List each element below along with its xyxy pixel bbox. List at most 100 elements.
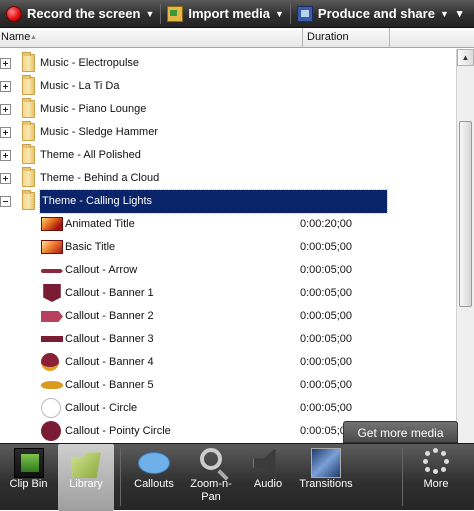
record-screen-label: Record the screen [27,6,141,21]
folder-label: Theme - Calling Lights [39,189,388,214]
media-item-row[interactable]: Callout - Banner 1 0:00:05;00 [0,282,456,305]
tab-library[interactable]: Library [58,444,114,511]
bottom-tab-bar: Clip Bin Library Callouts Zoom-n- Pan Au… [0,443,474,511]
media-item-row[interactable]: Callout - Banner 2 0:00:05;00 [0,305,456,328]
toolbar-overflow-button[interactable]: ▾ [455,0,465,28]
library-tree: Music - Electropulse Music - La Ti Da Mu… [0,49,456,443]
media-item-row[interactable]: Callout - Banner 3 0:00:05;00 [0,328,456,351]
tab-label-line1: Zoom-n- [190,478,232,490]
main-toolbar: Record the screen ▼ Import media ▼ Produ… [0,0,474,28]
folder-row-selected[interactable]: Theme - Calling Lights [0,189,456,214]
animated-title-thumbnail-icon [41,217,63,231]
name-column-label: Name [1,31,31,43]
chevron-down-icon: ▼ [439,8,449,19]
collapse-icon[interactable] [0,196,11,207]
tab-label: More [423,478,449,490]
tab-transitions[interactable]: Transitions [295,444,357,511]
tab-label: Audio [253,478,283,490]
tab-audio[interactable]: Audio [241,444,295,511]
media-item-row[interactable]: Callout - Banner 4 0:00:05;00 [0,351,456,374]
folder-icon [22,121,35,141]
folder-icon [22,144,35,164]
media-item-row[interactable]: Callout - Banner 5 0:00:05;00 [0,374,456,397]
media-item-label: Callout - Circle [65,402,138,414]
tab-zoom-n-pan[interactable]: Zoom-n- Pan [183,444,239,511]
callout-bubble-icon [138,452,170,474]
media-item-duration: 0:00:05;00 [300,310,352,322]
speaker-icon [253,448,276,478]
get-more-media-label: Get more media [357,426,444,440]
expand-icon[interactable] [0,173,11,184]
media-item-duration: 0:00:05;00 [300,356,352,368]
media-item-label: Callout - Banner 3 [65,333,154,345]
media-item-duration: 0:00:20;00 [300,218,352,230]
folder-icon [22,98,35,118]
banner-callout-icon [41,336,63,342]
produce-share-button[interactable]: Produce and share ▼ [291,0,455,28]
scroll-up-icon[interactable]: ▲ [457,49,474,66]
expand-icon[interactable] [0,58,11,69]
get-more-media-button[interactable]: Get more media [343,421,458,443]
basic-title-thumbnail-icon [41,240,63,254]
media-item-label: Callout - Banner 1 [65,287,154,299]
media-item-duration: 0:00:05;00 [300,241,352,253]
magnifier-icon [200,448,222,470]
tab-divider [120,448,121,506]
chevron-down-icon: ▼ [274,8,284,19]
sort-ascending-icon: ▲ [30,34,37,41]
folder-row[interactable]: Theme - Behind a Cloud [0,167,456,190]
folder-icon [22,190,35,210]
clip-bin-icon [13,448,44,478]
import-media-button[interactable]: Import media ▼ [161,0,290,28]
folder-row[interactable]: Music - Sledge Hammer [0,121,456,144]
folder-row[interactable]: Music - Electropulse [0,52,456,75]
tab-label: Library [69,478,103,490]
expand-icon[interactable] [0,104,11,115]
duration-column-header[interactable]: Duration [307,28,390,47]
folder-label: Theme - All Polished [40,149,141,161]
banner-callout-icon [43,284,61,302]
record-screen-button[interactable]: Record the screen ▼ [0,0,160,28]
tab-clip-bin[interactable]: Clip Bin [0,444,57,511]
tab-label: Callouts [134,478,174,490]
tab-callouts[interactable]: Callouts [125,444,183,511]
expand-icon[interactable] [0,81,11,92]
media-item-label: Callout - Arrow [65,264,138,276]
expand-icon[interactable] [0,150,11,161]
folder-row[interactable]: Music - La Ti Da [0,75,456,98]
folder-row[interactable]: Theme - All Polished [0,144,456,167]
import-media-label: Import media [188,6,270,21]
media-item-duration: 0:00:05;00 [300,333,352,345]
tab-more[interactable]: More [405,444,467,511]
produce-share-label: Produce and share [317,6,435,21]
folder-icon [22,75,35,95]
scrollbar-thumb[interactable] [459,121,472,307]
folder-label: Music - Electropulse [40,57,140,69]
media-item-duration: 0:00:05;00 [300,379,352,391]
media-item-row[interactable]: Animated Title 0:00:20;00 [0,213,456,236]
folder-row[interactable]: Music - Piano Lounge [0,98,456,121]
column-header: Name ▲ Duration [0,28,474,48]
import-media-icon [167,5,184,22]
media-item-duration: 0:00:05;00 [300,264,352,276]
tab-label: Transitions [299,478,353,490]
folder-label: Theme - Behind a Cloud [40,172,160,184]
tab-divider [402,448,403,506]
media-item-row[interactable]: Basic Title 0:00:05;00 [0,236,456,259]
expand-icon[interactable] [0,127,11,138]
media-item-row[interactable]: Callout - Circle 0:00:05;00 [0,397,456,420]
folder-icon [22,167,35,187]
banner-callout-icon [41,311,63,322]
folder-label: Music - Piano Lounge [40,103,147,115]
arrow-callout-icon [41,269,63,273]
circle-callout-icon [41,398,61,418]
tab-label-line2: Pan [201,491,221,503]
media-item-row[interactable]: Callout - Arrow 0:00:05;00 [0,259,456,282]
produce-share-icon [296,5,313,22]
folder-icon [22,52,35,72]
more-spinner-icon [423,448,449,474]
banner-callout-icon [41,381,63,389]
name-column-header[interactable]: Name ▲ [0,28,303,47]
record-icon [6,5,22,22]
vertical-scrollbar[interactable]: ▲ [456,49,474,443]
